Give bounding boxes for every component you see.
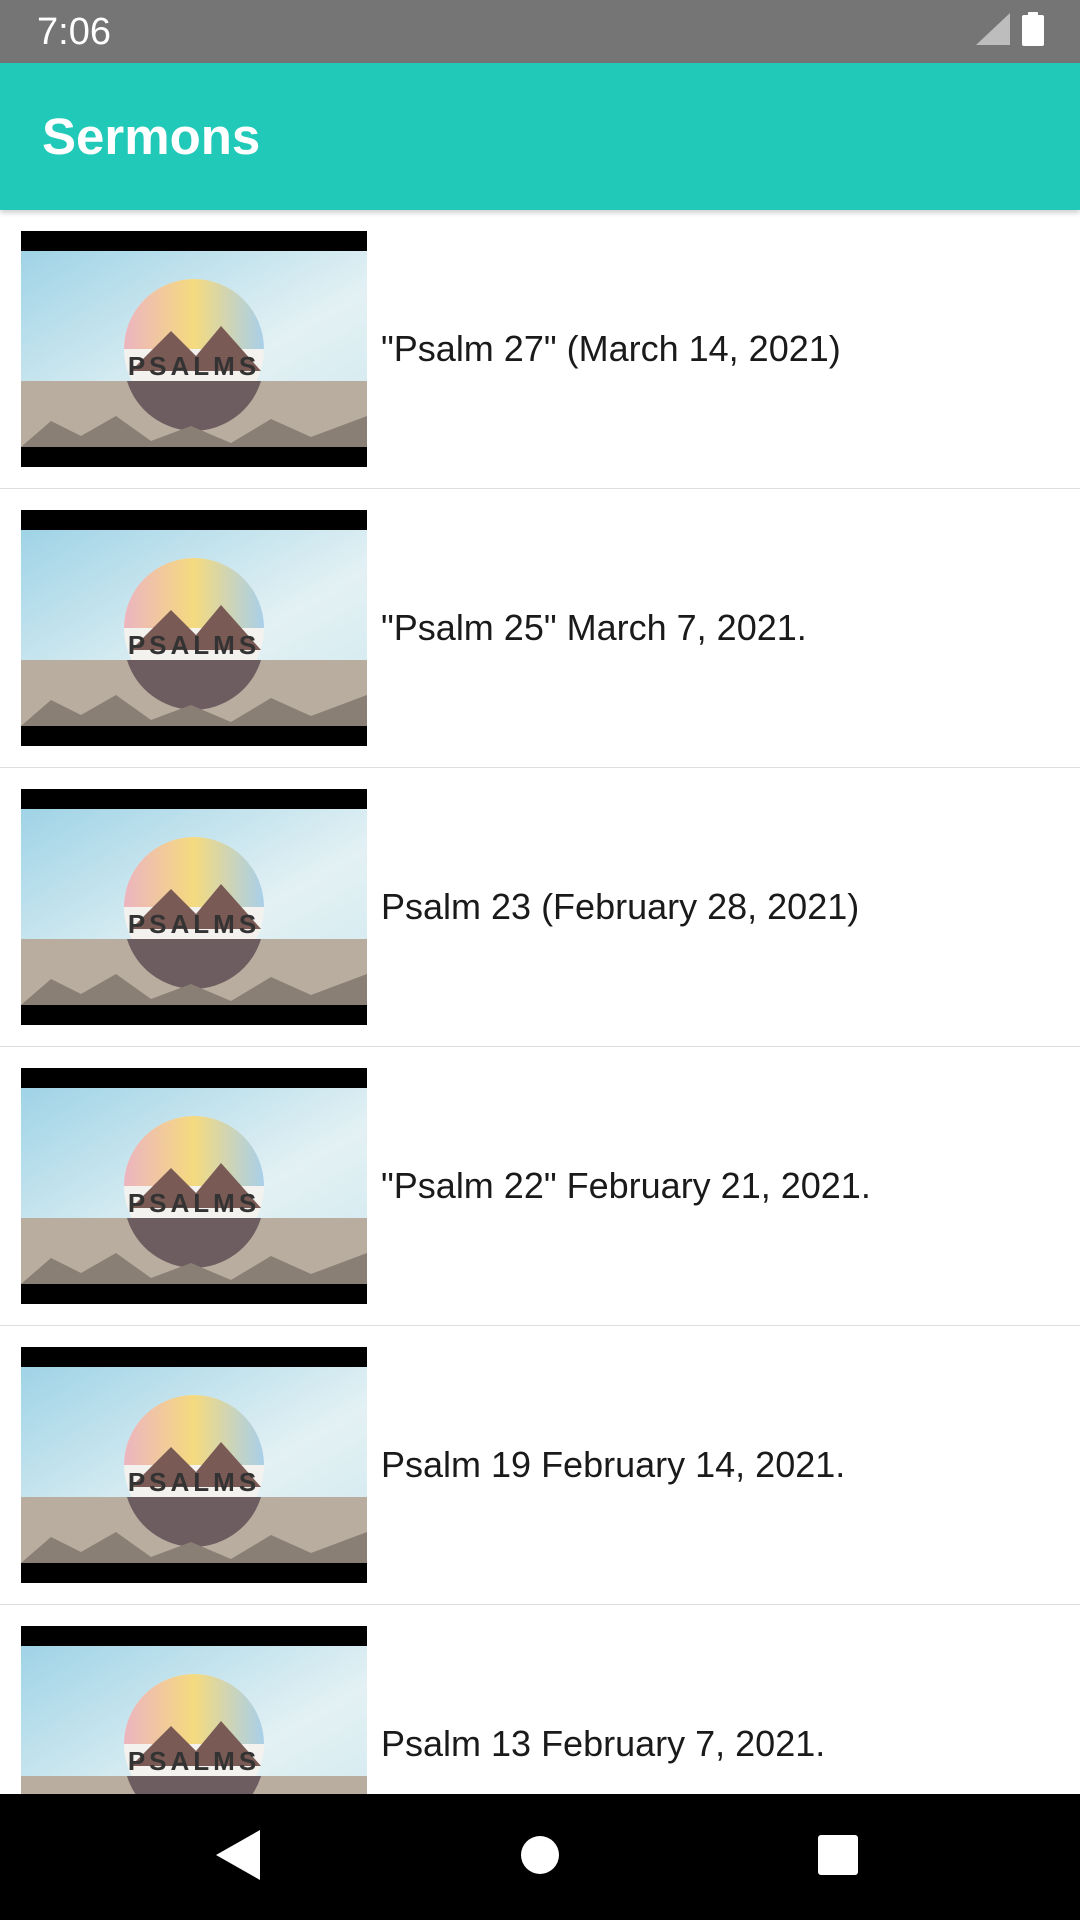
thumbnail-text: PSALMS — [128, 351, 260, 381]
sermon-thumbnail[interactable]: PSALMS — [21, 1068, 367, 1304]
list-item[interactable]: PSALMS Psalm 23 (February 28, 2021) — [0, 768, 1080, 1047]
list-item[interactable]: PSALMS "Psalm 27" (March 14, 2021) — [0, 210, 1080, 489]
home-icon — [520, 1835, 560, 1880]
sermon-title[interactable]: "Psalm 27" (March 14, 2021) — [381, 210, 841, 488]
sermon-thumbnail[interactable]: PSALMS — [21, 510, 367, 746]
status-icons — [976, 11, 1044, 51]
psalms-thumbnail-image: PSALMS — [21, 1068, 367, 1304]
thumbnail-text: PSALMS — [128, 630, 260, 660]
psalms-thumbnail-image: PSALMS — [21, 1347, 367, 1583]
list-item[interactable]: PSALMS Psalm 19 February 14, 2021. — [0, 1326, 1080, 1605]
battery-icon — [1022, 11, 1044, 51]
recents-icon — [817, 1834, 859, 1881]
status-time: 7:06 — [37, 11, 111, 53]
sermon-title[interactable]: "Psalm 25" March 7, 2021. — [381, 489, 807, 767]
signal-icon — [976, 12, 1010, 50]
back-button[interactable] — [209, 1828, 267, 1886]
sermon-title[interactable]: Psalm 19 February 14, 2021. — [381, 1326, 845, 1604]
thumbnail-text: PSALMS — [128, 1746, 260, 1776]
psalms-thumbnail-image: PSALMS — [21, 231, 367, 467]
list-item[interactable]: PSALMS "Psalm 25" March 7, 2021. — [0, 489, 1080, 768]
sermon-title[interactable]: "Psalm 22" February 21, 2021. — [381, 1047, 871, 1325]
thumbnail-text: PSALMS — [128, 1467, 260, 1497]
psalms-thumbnail-image: PSALMS — [21, 789, 367, 1025]
sermon-thumbnail[interactable]: PSALMS — [21, 1626, 367, 1794]
list-item[interactable]: PSALMS Psalm 13 February 7, 2021. — [0, 1605, 1080, 1794]
sermon-thumbnail[interactable]: PSALMS — [21, 231, 367, 467]
recents-button[interactable] — [809, 1828, 867, 1886]
thumbnail-text: PSALMS — [128, 1188, 260, 1218]
page-title: Sermons — [42, 108, 261, 165]
status-bar: 7:06 — [0, 0, 1080, 63]
app-bar: Sermons — [0, 63, 1080, 210]
back-icon — [216, 1829, 260, 1885]
sermon-title[interactable]: Psalm 23 (February 28, 2021) — [381, 768, 859, 1046]
psalms-thumbnail-image: PSALMS — [21, 510, 367, 746]
sermon-title[interactable]: Psalm 13 February 7, 2021. — [381, 1605, 825, 1794]
thumbnail-text: PSALMS — [128, 909, 260, 939]
sermon-thumbnail[interactable]: PSALMS — [21, 1347, 367, 1583]
psalms-thumbnail-image: PSALMS — [21, 1626, 367, 1794]
sermon-list[interactable]: PSALMS "Psalm 27" (March 14, 2021) PSALM… — [0, 210, 1080, 1794]
sermon-thumbnail[interactable]: PSALMS — [21, 789, 367, 1025]
home-button[interactable] — [511, 1828, 569, 1886]
navigation-bar — [0, 1794, 1080, 1920]
list-item[interactable]: PSALMS "Psalm 22" February 21, 2021. — [0, 1047, 1080, 1326]
